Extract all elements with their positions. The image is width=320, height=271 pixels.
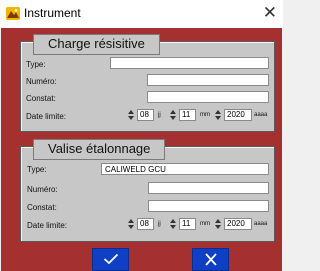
charge-date-label: Date limite: xyxy=(26,112,67,121)
charge-month-unit: mm xyxy=(200,112,210,118)
valise-day-unit: jj xyxy=(158,221,161,227)
valise-month-unit: mm xyxy=(200,221,210,227)
valise-day-field[interactable]: 08 xyxy=(137,218,154,230)
window-title: Instrument xyxy=(24,6,81,20)
charge-numero-label: Numéro: xyxy=(26,77,57,86)
ok-button[interactable] xyxy=(92,248,129,271)
charge-constat-input[interactable] xyxy=(147,91,269,103)
x-icon xyxy=(204,253,217,266)
dialog-body: Charge résisitive Type: Numéro: Constat:… xyxy=(1,28,282,271)
charge-constat-label: Constat: xyxy=(26,94,56,103)
charge-panel-title: Charge résisitive xyxy=(33,34,160,55)
charge-day-spinner[interactable] xyxy=(127,109,136,121)
charge-year-spinner[interactable] xyxy=(214,109,223,121)
charge-day-field[interactable]: 08 xyxy=(137,109,154,121)
valise-constat-input[interactable] xyxy=(148,200,269,212)
valise-panel-title: Valise étalonnage xyxy=(33,139,166,160)
charge-panel: Charge résisitive Type: Numéro: Constat:… xyxy=(20,34,275,132)
charge-type-label: Type: xyxy=(26,60,46,69)
valise-date-label: Date limite: xyxy=(27,221,68,230)
valise-panel: Valise étalonnage Type: Numéro: Constat:… xyxy=(20,139,275,242)
app-icon xyxy=(6,7,20,20)
cancel-button[interactable] xyxy=(192,248,229,271)
valise-type-input[interactable] xyxy=(101,163,269,175)
charge-year-unit: aaaa xyxy=(254,112,268,118)
charge-type-input[interactable] xyxy=(110,57,269,69)
valise-numero-label: Numéro: xyxy=(27,185,58,194)
charge-month-field[interactable]: 11 xyxy=(179,109,196,121)
valise-year-unit: aaaa xyxy=(254,221,268,227)
charge-year-field[interactable]: 2020 xyxy=(224,109,252,121)
title-bar: Instrument ✕ xyxy=(0,0,283,28)
valise-year-spinner[interactable] xyxy=(214,218,223,230)
close-icon[interactable]: ✕ xyxy=(263,3,277,23)
valise-month-spinner[interactable] xyxy=(169,218,178,230)
charge-numero-input[interactable] xyxy=(147,74,269,86)
valise-month-field[interactable]: 11 xyxy=(179,218,196,230)
valise-year-field[interactable]: 2020 xyxy=(224,218,252,230)
valise-type-label: Type: xyxy=(27,165,47,174)
valise-day-spinner[interactable] xyxy=(127,218,136,230)
checkmark-icon xyxy=(103,253,118,265)
valise-constat-label: Constat: xyxy=(27,203,57,212)
charge-day-unit: jj xyxy=(158,112,161,118)
valise-numero-input[interactable] xyxy=(148,182,269,194)
charge-month-spinner[interactable] xyxy=(169,109,178,121)
